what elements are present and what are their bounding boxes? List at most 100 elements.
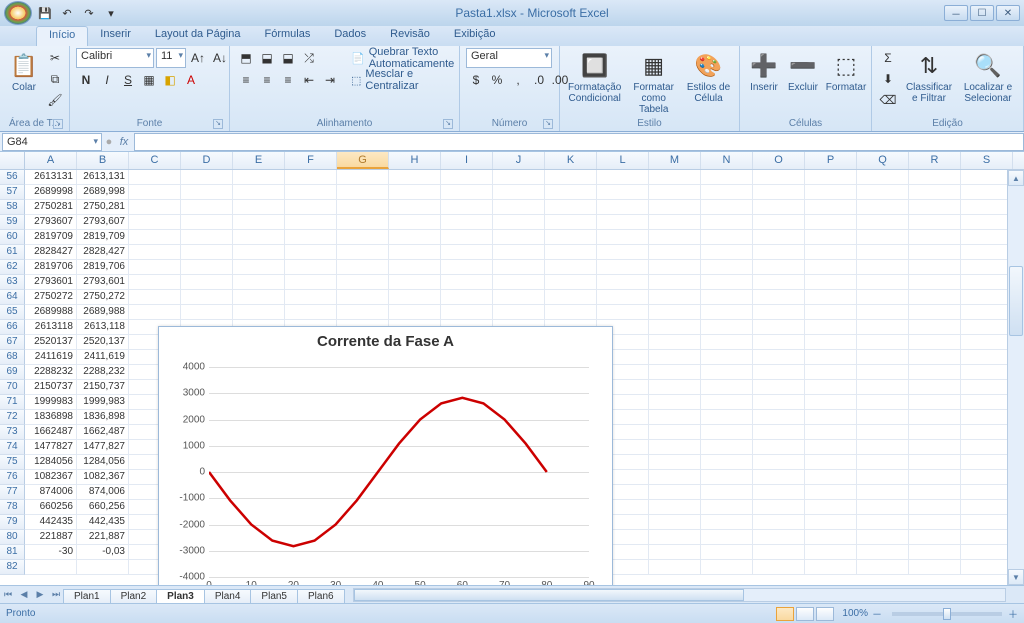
cell[interactable] bbox=[389, 260, 441, 275]
cell[interactable] bbox=[805, 380, 857, 395]
cell[interactable]: 2689,998 bbox=[77, 185, 129, 200]
row-header[interactable]: 72 bbox=[0, 410, 25, 425]
cell[interactable] bbox=[961, 185, 1013, 200]
cell[interactable] bbox=[701, 275, 753, 290]
cell[interactable] bbox=[441, 185, 493, 200]
cell[interactable] bbox=[649, 500, 701, 515]
wrap-text-button[interactable]: 📄Quebrar Texto Automaticamente bbox=[346, 48, 459, 68]
cell[interactable] bbox=[857, 545, 909, 560]
cell[interactable] bbox=[285, 170, 337, 185]
cell[interactable] bbox=[961, 230, 1013, 245]
cell[interactable] bbox=[441, 215, 493, 230]
cell[interactable] bbox=[493, 275, 545, 290]
cell[interactable] bbox=[909, 170, 961, 185]
cell[interactable] bbox=[337, 185, 389, 200]
clear-button[interactable]: ⌫ bbox=[878, 90, 898, 110]
cell[interactable]: -0,03 bbox=[77, 545, 129, 560]
cell[interactable] bbox=[389, 215, 441, 230]
cell[interactable] bbox=[701, 365, 753, 380]
cell[interactable]: 2613131 bbox=[25, 170, 77, 185]
cell[interactable] bbox=[181, 275, 233, 290]
cell[interactable] bbox=[649, 440, 701, 455]
insert-cells-button[interactable]: ➕Inserir bbox=[746, 48, 782, 95]
cell[interactable] bbox=[285, 230, 337, 245]
cell[interactable] bbox=[701, 215, 753, 230]
cell[interactable] bbox=[805, 410, 857, 425]
close-button[interactable]: ✕ bbox=[996, 5, 1020, 21]
cell[interactable] bbox=[337, 245, 389, 260]
cell[interactable] bbox=[649, 560, 701, 575]
scroll-up-button[interactable]: ▲ bbox=[1008, 170, 1024, 186]
cell[interactable] bbox=[597, 275, 649, 290]
cell[interactable] bbox=[961, 410, 1013, 425]
cell[interactable] bbox=[909, 380, 961, 395]
cell[interactable] bbox=[649, 455, 701, 470]
cell[interactable]: 1662487 bbox=[25, 425, 77, 440]
cell[interactable] bbox=[701, 260, 753, 275]
cell[interactable] bbox=[233, 275, 285, 290]
cell[interactable] bbox=[909, 530, 961, 545]
cell[interactable] bbox=[129, 200, 181, 215]
cell[interactable]: 2793,607 bbox=[77, 215, 129, 230]
cell[interactable] bbox=[701, 335, 753, 350]
column-header[interactable]: F bbox=[285, 152, 337, 169]
cell[interactable] bbox=[701, 380, 753, 395]
cell[interactable] bbox=[649, 365, 701, 380]
cell[interactable] bbox=[493, 260, 545, 275]
cell[interactable] bbox=[857, 470, 909, 485]
cell[interactable] bbox=[493, 305, 545, 320]
sheet-tab[interactable]: Plan6 bbox=[297, 589, 345, 603]
cell[interactable] bbox=[857, 455, 909, 470]
column-header[interactable]: H bbox=[389, 152, 441, 169]
row-header[interactable]: 64 bbox=[0, 290, 25, 305]
cell[interactable] bbox=[545, 245, 597, 260]
cell[interactable] bbox=[857, 350, 909, 365]
cell[interactable] bbox=[857, 335, 909, 350]
cell[interactable] bbox=[493, 170, 545, 185]
cell[interactable] bbox=[909, 425, 961, 440]
embedded-chart[interactable]: Corrente da Fase A -4000-3000-2000-10000… bbox=[158, 326, 613, 585]
column-header[interactable]: A bbox=[25, 152, 77, 169]
row-header[interactable]: 80 bbox=[0, 530, 25, 545]
cell[interactable] bbox=[233, 185, 285, 200]
cell[interactable] bbox=[337, 275, 389, 290]
column-header[interactable]: M bbox=[649, 152, 701, 169]
cell[interactable]: 2613,118 bbox=[77, 320, 129, 335]
orientation-button[interactable]: ⤮ bbox=[299, 48, 319, 68]
cell[interactable] bbox=[597, 215, 649, 230]
cell[interactable] bbox=[441, 290, 493, 305]
border-button[interactable]: ▦ bbox=[139, 70, 159, 90]
select-all-button[interactable] bbox=[0, 152, 25, 169]
ribbon-tab-início[interactable]: Início bbox=[36, 26, 88, 46]
cell[interactable] bbox=[181, 290, 233, 305]
cell[interactable] bbox=[857, 410, 909, 425]
cell[interactable] bbox=[337, 260, 389, 275]
cell[interactable] bbox=[753, 470, 805, 485]
cell[interactable]: 1477827 bbox=[25, 440, 77, 455]
row-header[interactable]: 74 bbox=[0, 440, 25, 455]
cell[interactable]: 1284,056 bbox=[77, 455, 129, 470]
cell[interactable] bbox=[805, 350, 857, 365]
column-header[interactable]: B bbox=[77, 152, 129, 169]
cell[interactable] bbox=[597, 305, 649, 320]
cell[interactable] bbox=[649, 425, 701, 440]
cell[interactable] bbox=[649, 170, 701, 185]
fx-button[interactable]: fx bbox=[114, 136, 134, 148]
cell[interactable]: 2819709 bbox=[25, 230, 77, 245]
cell[interactable] bbox=[805, 440, 857, 455]
align-left-button[interactable]: ≡ bbox=[236, 70, 256, 90]
column-header[interactable]: I bbox=[441, 152, 493, 169]
row-header[interactable]: 69 bbox=[0, 365, 25, 380]
font-size-combo[interactable]: 11 bbox=[156, 48, 186, 68]
cell[interactable] bbox=[753, 560, 805, 575]
cell[interactable] bbox=[441, 305, 493, 320]
cell[interactable] bbox=[701, 245, 753, 260]
cell[interactable] bbox=[909, 320, 961, 335]
cell[interactable] bbox=[649, 245, 701, 260]
format-painter-button[interactable]: 🖌 bbox=[45, 90, 65, 110]
scroll-down-button[interactable]: ▼ bbox=[1008, 569, 1024, 585]
cell[interactable] bbox=[961, 500, 1013, 515]
cell[interactable]: 442,435 bbox=[77, 515, 129, 530]
cell[interactable] bbox=[909, 440, 961, 455]
cell[interactable] bbox=[597, 260, 649, 275]
